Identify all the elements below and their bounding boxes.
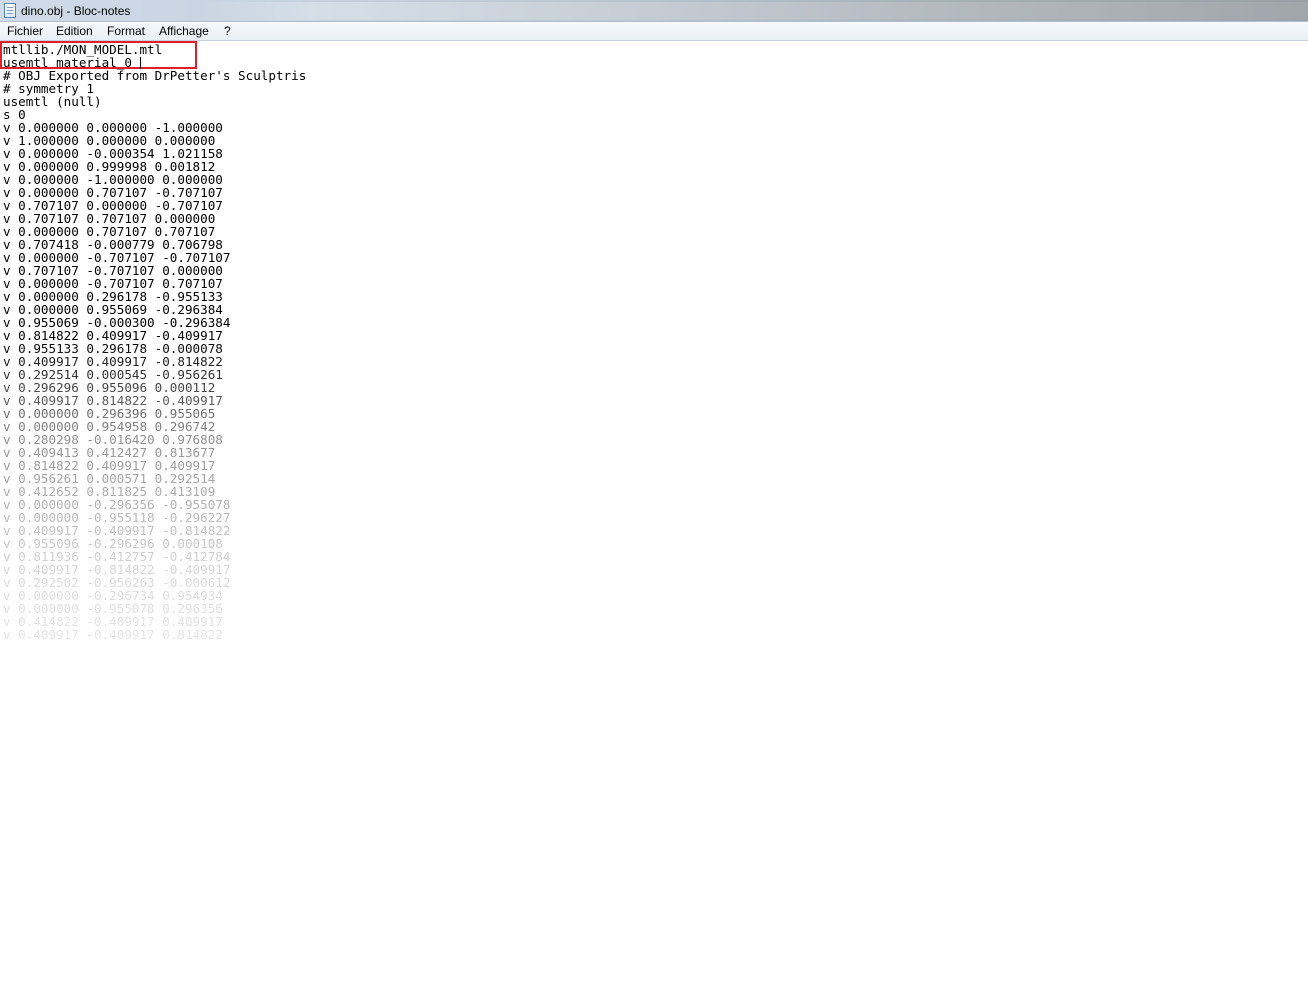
menu-help[interactable]: ?	[224, 24, 231, 39]
editor-text: mtllib./MON_MODEL.mtl usemtl material_0 # …	[3, 43, 306, 641]
title-bar[interactable]: dino.obj - Bloc-notes	[0, 0, 1308, 22]
title-bar-blurred-area	[200, 2, 1308, 20]
editor-line: v 0.409917 -0.409917 0.814822	[3, 627, 223, 642]
window-title: dino.obj - Bloc-notes	[21, 4, 131, 18]
menu-affichage[interactable]: Affichage	[159, 24, 209, 39]
text-caret	[140, 57, 141, 69]
menu-edition[interactable]: Edition	[56, 24, 93, 39]
menu-bar: Fichier Edition Format Affichage ?	[0, 22, 1308, 41]
notepad-icon[interactable]	[4, 3, 16, 18]
menu-format[interactable]: Format	[107, 24, 145, 39]
menu-fichier[interactable]: Fichier	[7, 24, 43, 39]
text-editor-area[interactable]: mtllib./MON_MODEL.mtl usemtl material_0 # …	[0, 41, 1308, 986]
editor-line: usemtl (null)	[3, 94, 102, 109]
